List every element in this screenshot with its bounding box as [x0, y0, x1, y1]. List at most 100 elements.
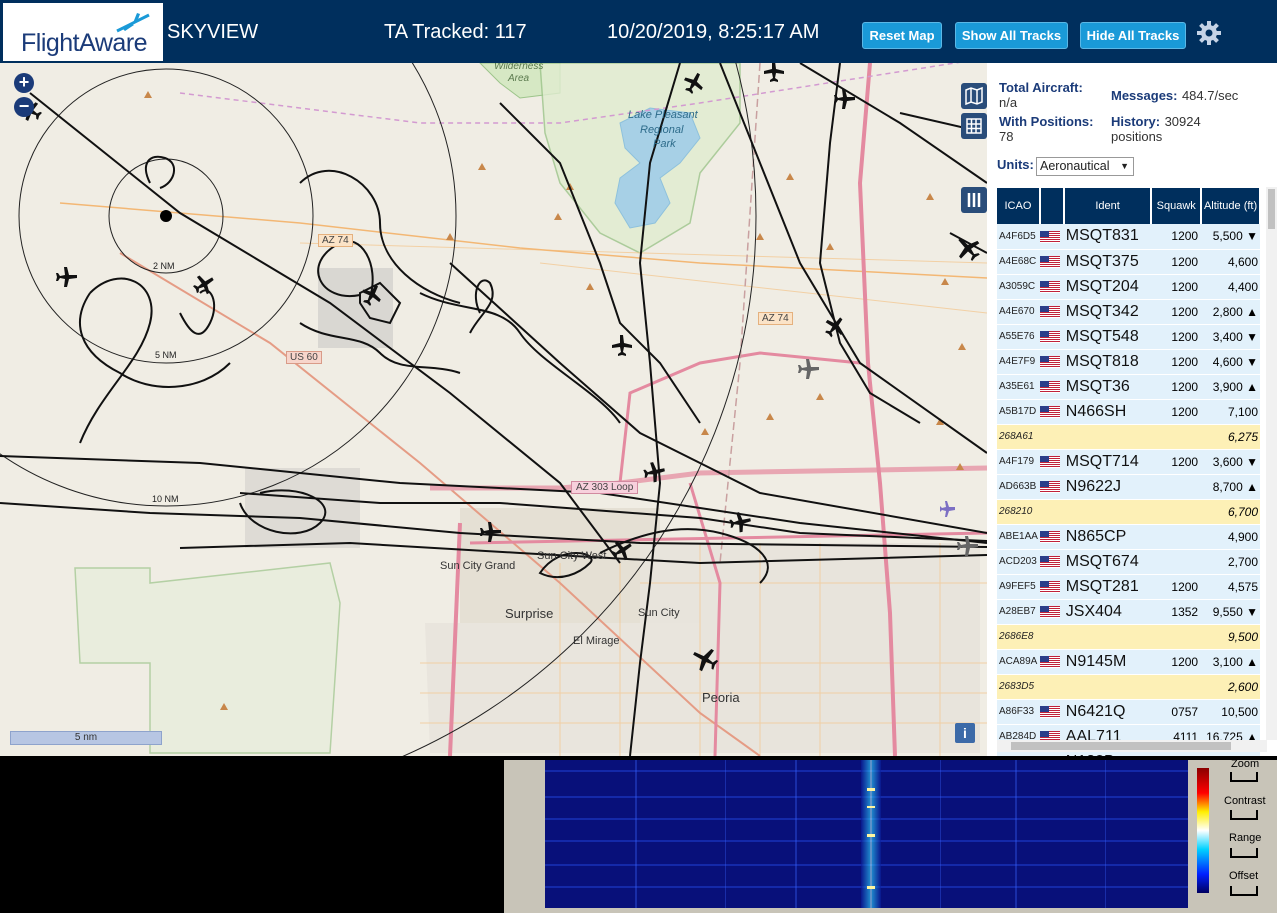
columns-icon	[967, 193, 981, 207]
table-row[interactable]: A9FEF5 MSQT281 1200 4,575	[997, 574, 1260, 600]
road-label-az74: AZ 74	[318, 234, 353, 247]
col-flag[interactable]	[1039, 188, 1065, 224]
range-label: Range	[1229, 832, 1262, 844]
city-label-peoria: Peoria	[702, 690, 740, 705]
info-button[interactable]: i	[955, 723, 975, 743]
icao-cell: A4F179	[997, 449, 1040, 475]
table-row[interactable]: AD663B N9622J 8,700 ▲	[997, 474, 1260, 500]
map-layers-button[interactable]	[961, 83, 987, 109]
table-row[interactable]: A35E61 MSQT36 1200 3,900 ▲	[997, 374, 1260, 400]
table-row[interactable]: ACA89A N9145M 1200 3,100 ▲	[997, 649, 1260, 675]
flag-cell	[1039, 649, 1064, 675]
range-slider[interactable]	[1230, 848, 1258, 858]
flightaware-logo[interactable]: FlightAware	[3, 3, 163, 61]
flag-cell	[1039, 699, 1064, 725]
city-label-sun-city-grand: Sun City Grand	[440, 560, 516, 572]
us-flag-icon	[1039, 481, 1060, 494]
squawk-cell: 1200	[1151, 449, 1202, 475]
squawk-cell: 1200	[1151, 249, 1202, 275]
squawk-cell	[1151, 674, 1202, 700]
icao-cell: 268A61	[997, 424, 1040, 450]
squawk-cell	[1151, 624, 1202, 650]
columns-toggle-button[interactable]	[961, 187, 987, 213]
map-canvas	[0, 63, 987, 756]
table-row[interactable]: 268A61 6,275	[997, 424, 1260, 450]
squawk-cell	[1151, 524, 1202, 550]
grid-toggle-button[interactable]	[961, 113, 987, 139]
units-select[interactable]: Aeronautical ▼	[1036, 157, 1134, 176]
ident-cell	[1063, 424, 1152, 450]
table-row[interactable]: A86F33 N6421Q 0757 10,500	[997, 699, 1260, 725]
table-vertical-scrollbar[interactable]	[1266, 187, 1277, 740]
show-all-tracks-button[interactable]: Show All Tracks	[955, 22, 1068, 49]
table-row[interactable]: A4E7F9 MSQT818 1200 4,600 ▼	[997, 349, 1260, 375]
logo-text: FlightAware	[21, 29, 148, 57]
hide-all-tracks-button[interactable]: Hide All Tracks	[1080, 22, 1186, 49]
scrollbar-thumb[interactable]	[1268, 189, 1275, 229]
icao-cell: ACA89A	[997, 649, 1040, 675]
altitude-cell: 2,600	[1201, 674, 1260, 700]
history-label: History:	[1111, 114, 1161, 129]
scrollbar-thumb-horizontal[interactable]	[1011, 742, 1231, 750]
ring-label-10nm: 10 NM	[152, 494, 179, 504]
squawk-cell: 1200	[1151, 399, 1202, 425]
ident-cell: N9145M	[1063, 649, 1152, 675]
table-row[interactable]: A55E76 MSQT548 1200 3,400 ▼	[997, 324, 1260, 350]
map-view[interactable]: Wilderness Area Lake Pleasant Regional P…	[0, 63, 987, 756]
altitude-cell: 4,900	[1201, 524, 1260, 550]
table-horizontal-scrollbar[interactable]	[997, 740, 1267, 752]
icao-cell: A55E76	[997, 324, 1040, 350]
units-value: Aeronautical	[1040, 159, 1110, 173]
icao-cell: A35E61	[997, 374, 1040, 400]
zoom-label: Zoom	[1231, 758, 1260, 770]
table-row[interactable]: A5B17D N466SH 1200 7,100	[997, 399, 1260, 425]
ident-cell: MSQT818	[1063, 349, 1152, 375]
table-row[interactable]: A4F179 MSQT714 1200 3,600 ▼	[997, 449, 1260, 475]
flag-cell	[1039, 324, 1064, 350]
gear-icon[interactable]	[1196, 20, 1222, 46]
ident-cell: MSQT204	[1063, 274, 1152, 300]
flag-cell	[1039, 624, 1064, 650]
table-row[interactable]: ABE1AA N865CP 4,900	[997, 524, 1260, 550]
altitude-cell: 3,100 ▲	[1201, 649, 1260, 675]
flag-cell	[1039, 549, 1064, 575]
reset-map-button[interactable]: Reset Map	[862, 22, 942, 49]
altitude-cell: 3,600 ▼	[1201, 449, 1260, 475]
table-row[interactable]: A4E68C MSQT375 1200 4,600	[997, 249, 1260, 275]
icao-cell: 2686E8	[997, 624, 1040, 650]
map-label-area: Area	[508, 73, 530, 84]
zoom-out-button[interactable]: −	[14, 97, 34, 117]
altitude-cell: 3,400 ▼	[1201, 324, 1260, 350]
altitude-cell: 4,400	[1201, 274, 1260, 300]
flag-cell	[1039, 274, 1064, 300]
contrast-slider[interactable]	[1230, 810, 1258, 820]
icao-cell: ABE1AA	[997, 524, 1040, 550]
ring-label-5nm: 5 NM	[155, 350, 177, 360]
col-ident[interactable]: Ident	[1063, 188, 1153, 224]
icao-cell: A4E670	[997, 299, 1040, 325]
col-squawk[interactable]: Squawk	[1151, 188, 1203, 224]
table-row[interactable]: ACD203 MSQT674 2,700	[997, 549, 1260, 575]
icao-cell: A4F6D5	[997, 224, 1040, 250]
altitude-cell: 4,600	[1201, 249, 1260, 275]
squawk-cell: 1200	[1151, 324, 1202, 350]
table-row[interactable]: A4E670 MSQT342 1200 2,800 ▲	[997, 299, 1260, 325]
table-row[interactable]: A3059C MSQT204 1200 4,400	[997, 274, 1260, 300]
ident-cell	[1063, 624, 1152, 650]
flag-cell	[1039, 474, 1064, 500]
col-altitude[interactable]: Altitude (ft)	[1201, 188, 1261, 224]
zoom-in-button[interactable]: +	[14, 73, 34, 93]
map-label-lake: Lake Pleasant	[628, 109, 698, 121]
ident-cell: N865CP	[1063, 524, 1152, 550]
table-row[interactable]: 268210 6,700	[997, 499, 1260, 525]
history-stat: History: 30924 positions	[1111, 114, 1201, 144]
altitude-cell: 8,700 ▲	[1201, 474, 1260, 500]
table-row[interactable]: A28EB7 JSX404 1352 9,550 ▼	[997, 599, 1260, 625]
offset-slider[interactable]	[1230, 886, 1258, 896]
table-row[interactable]: A4F6D5 MSQT831 1200 5,500 ▼	[997, 224, 1260, 250]
icao-cell: AD663B	[997, 474, 1040, 500]
col-icao[interactable]: ICAO	[997, 188, 1041, 224]
table-row[interactable]: 2686E8 9,500	[997, 624, 1260, 650]
zoom-slider[interactable]	[1230, 772, 1258, 782]
table-row[interactable]: 2683D5 2,600	[997, 674, 1260, 700]
